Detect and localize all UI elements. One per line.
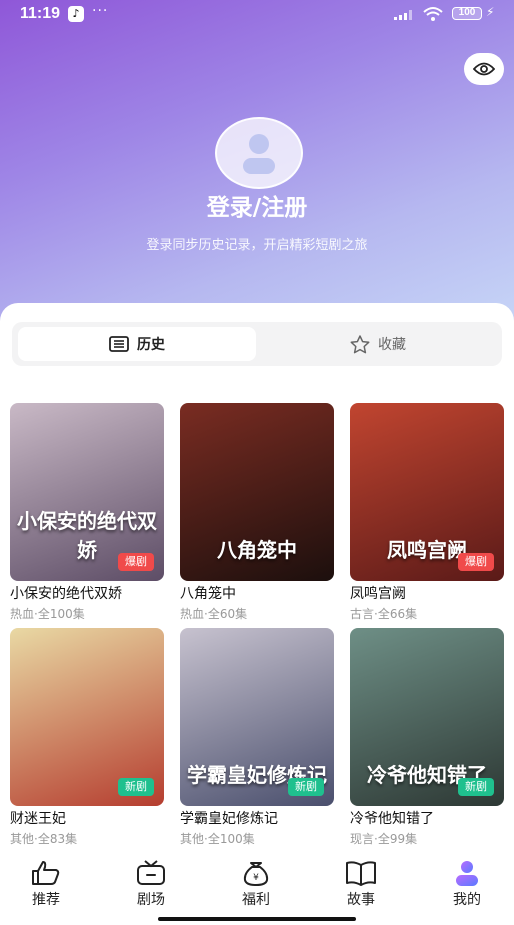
nav-recommend-label: 推荐 (32, 892, 60, 908)
drama-meta: 古言·全66集 (350, 607, 418, 621)
money-bag-icon: ¥ (243, 862, 269, 887)
drama-badge: 新剧 (458, 778, 494, 796)
nav-mine[interactable]: 我的 (432, 859, 502, 909)
battery-level: 100 (458, 7, 476, 18)
thumbs-up-icon (32, 861, 60, 885)
signal-icon (394, 10, 412, 20)
tiktok-icon: ♪ (68, 6, 84, 22)
svg-text:¥: ¥ (253, 873, 259, 883)
drama-meta: 其他·全100集 (180, 832, 255, 846)
drama-badge: 新剧 (288, 778, 324, 796)
tab-bar: 历史 收藏 (12, 322, 502, 366)
tab-history[interactable]: 历史 (18, 327, 256, 361)
nav-theater-label: 剧场 (137, 892, 165, 908)
more-notifications-icon: ··· (92, 3, 109, 19)
login-subtitle: 登录同步历史记录，开启精彩短剧之旅 (146, 238, 368, 253)
tab-favorites[interactable]: 收藏 (260, 327, 496, 361)
nav-story-label: 故事 (347, 892, 375, 908)
nav-recommend[interactable]: 推荐 (11, 859, 81, 909)
drama-badge: 爆剧 (458, 553, 494, 571)
bottom-nav: 推荐 剧场 ¥ 福利 故事 我的 (0, 855, 514, 925)
drama-meta: 其他·全83集 (10, 832, 78, 846)
status-bar: 11:19 ♪ ··· 100 ⚡ (0, 0, 514, 30)
book-icon (346, 861, 376, 886)
eye-icon (473, 62, 495, 76)
drama-title[interactable]: 财迷王妃 (10, 808, 66, 828)
drama-meta: 热血·全60集 (180, 607, 248, 621)
tv-icon (137, 860, 165, 885)
drama-badge: 新剧 (118, 778, 154, 796)
drama-title[interactable]: 八角笼中 (180, 583, 236, 603)
avatar[interactable] (215, 117, 303, 189)
drama-meta: 热血·全100集 (10, 607, 85, 621)
tab-history-label: 历史 (137, 337, 165, 353)
nav-welfare[interactable]: ¥ 福利 (221, 859, 291, 909)
drama-poster[interactable]: 八角笼中 (180, 403, 334, 581)
view-toggle-button[interactable] (464, 53, 504, 85)
nav-story[interactable]: 故事 (326, 859, 396, 909)
nav-theater[interactable]: 剧场 (116, 859, 186, 909)
drama-title[interactable]: 小保安的绝代双娇 (10, 583, 122, 603)
drama-badge: 爆剧 (118, 553, 154, 571)
status-time: 11:19 (20, 5, 61, 22)
login-register-link[interactable]: 登录/注册 (0, 188, 514, 222)
user-icon (243, 134, 275, 174)
nav-welfare-label: 福利 (242, 892, 270, 908)
list-icon (109, 336, 129, 352)
battery-icon: 100 (452, 7, 482, 20)
drama-title[interactable]: 冷爷他知错了 (350, 808, 434, 828)
drama-title[interactable]: 学霸皇妃修炼记 (180, 808, 278, 828)
charging-icon: ⚡ (486, 5, 495, 19)
poster-title: 八角笼中 (217, 538, 297, 562)
profile-icon (456, 861, 478, 886)
drama-title[interactable]: 凤鸣宫阙 (350, 583, 406, 603)
drama-meta: 现言·全99集 (350, 832, 418, 846)
wifi-icon (423, 7, 443, 21)
star-icon (350, 334, 370, 353)
tab-favorites-label: 收藏 (378, 337, 406, 353)
home-indicator (158, 917, 356, 921)
nav-mine-label: 我的 (453, 892, 481, 908)
